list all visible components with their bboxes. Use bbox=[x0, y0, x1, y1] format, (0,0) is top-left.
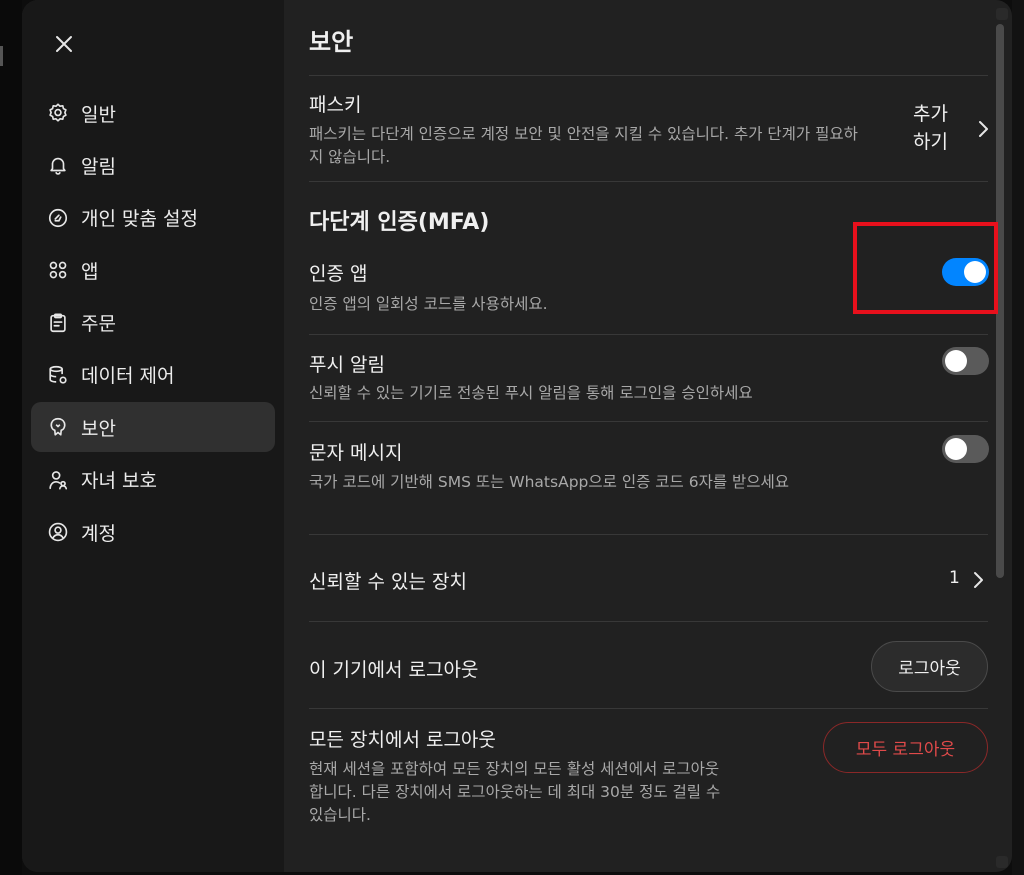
page-title: 보안 bbox=[309, 28, 354, 56]
sidebar-item-account[interactable]: 계정 bbox=[31, 507, 275, 557]
divider bbox=[309, 534, 988, 535]
security-settings-panel: 보안 패스키 패스키는 다단계 인증으로 계정 보안 및 안전을 지킬 수 있습… bbox=[309, 0, 989, 872]
sidebar-item-label: 데이터 제어 bbox=[81, 365, 175, 388]
bell-icon bbox=[47, 154, 69, 176]
background-right bbox=[1012, 0, 1024, 875]
sms-description: 국가 코드에 기반해 SMS 또는 WhatsApp으로 인증 코드 6자를 받… bbox=[309, 473, 790, 491]
sidebar-item-label: 개인 맞춤 설정 bbox=[81, 208, 198, 231]
close-button[interactable] bbox=[50, 30, 78, 58]
authenticator-app-title: 인증 앱 bbox=[309, 263, 368, 285]
passkey-description: 패스키는 다단계 인증으로 계정 보안 및 안전을 지킬 수 있습니다. 추가 … bbox=[309, 125, 858, 166]
sidebar-item-label: 앱 bbox=[81, 260, 99, 283]
push-notification-title: 푸시 알림 bbox=[309, 354, 385, 376]
sidebar-nav: 일반 알림 개인 맞춤 설정 앱 주문 데이터 제어 보안 자녀 보호 계정 bbox=[31, 88, 275, 560]
divider bbox=[309, 421, 988, 422]
divider bbox=[309, 708, 988, 709]
toggle-knob bbox=[945, 438, 967, 460]
account-circle-icon bbox=[47, 521, 69, 543]
divider bbox=[309, 75, 988, 76]
logout-all-devices-title: 모든 장치에서 로그아웃 bbox=[309, 729, 496, 751]
family-icon bbox=[47, 469, 69, 491]
sidebar-item-label: 자녀 보호 bbox=[81, 470, 157, 493]
shield-icon bbox=[47, 416, 69, 438]
trusted-devices-title: 신뢰할 수 있는 장치 bbox=[309, 571, 467, 593]
background-strip bbox=[0, 0, 22, 875]
annotation-highlight-box bbox=[853, 222, 998, 314]
sidebar-item-label: 보안 bbox=[81, 417, 116, 440]
divider bbox=[309, 621, 988, 622]
sidebar-item-parental-controls[interactable]: 자녀 보호 bbox=[31, 455, 275, 505]
logout-this-device-title: 이 기기에서 로그아웃 bbox=[309, 659, 479, 681]
scroll-down-arrow[interactable] bbox=[996, 856, 1008, 868]
mfa-section-title: 다단계 인증(MFA) bbox=[309, 210, 490, 235]
add-passkey-button[interactable]: 추가 하기 bbox=[913, 100, 988, 160]
sms-toggle[interactable] bbox=[942, 435, 989, 463]
sidebar-item-general[interactable]: 일반 bbox=[31, 88, 275, 138]
chevron-right-icon bbox=[979, 121, 988, 137]
sidebar-item-label: 알림 bbox=[81, 155, 116, 178]
logout-button[interactable]: 로그아웃 bbox=[871, 641, 988, 692]
trusted-devices-button[interactable]: 1 bbox=[947, 566, 988, 594]
database-gear-icon bbox=[47, 364, 69, 386]
close-icon bbox=[56, 36, 72, 52]
logout-all-devices-description: 현재 세션을 포함하여 모든 장치의 모든 활성 세션에서 로그아웃합니다. 다… bbox=[309, 760, 721, 824]
sidebar-item-data-controls[interactable]: 데이터 제어 bbox=[31, 350, 275, 400]
add-passkey-label: 추가 하기 bbox=[913, 103, 948, 153]
apps-grid-icon bbox=[47, 259, 69, 281]
clipboard-icon bbox=[47, 312, 69, 334]
sms-title: 문자 메시지 bbox=[309, 442, 403, 464]
push-notification-toggle[interactable] bbox=[942, 347, 989, 375]
trusted-devices-count: 1 bbox=[949, 568, 960, 588]
sidebar-item-security[interactable]: 보안 bbox=[31, 402, 275, 453]
settings-dialog: 일반 알림 개인 맞춤 설정 앱 주문 데이터 제어 보안 자녀 보호 계정 보… bbox=[22, 0, 1012, 872]
authenticator-app-description: 인증 앱의 일회성 코드를 사용하세요. bbox=[309, 295, 548, 313]
sidebar-item-personalization[interactable]: 개인 맞춤 설정 bbox=[31, 193, 275, 243]
sidebar-item-orders[interactable]: 주문 bbox=[31, 298, 275, 348]
scroll-up-arrow[interactable] bbox=[996, 8, 1008, 20]
push-notification-description: 신뢰할 수 있는 기기로 전송된 푸시 알림을 통해 로그인을 승인하세요 bbox=[309, 384, 753, 402]
chevron-right-icon bbox=[974, 572, 983, 588]
background-mark bbox=[0, 46, 3, 66]
gear-icon bbox=[47, 102, 69, 124]
sidebar-item-label: 계정 bbox=[81, 522, 116, 545]
sidebar-item-label: 주문 bbox=[81, 313, 116, 336]
passkey-title: 패스키 bbox=[309, 94, 362, 116]
sidebar-item-notifications[interactable]: 알림 bbox=[31, 140, 275, 190]
sidebar: 일반 알림 개인 맞춤 설정 앱 주문 데이터 제어 보안 자녀 보호 계정 bbox=[22, 0, 284, 872]
sidebar-item-apps[interactable]: 앱 bbox=[31, 245, 275, 295]
personalization-icon bbox=[47, 207, 69, 229]
toggle-knob bbox=[945, 350, 967, 372]
divider bbox=[309, 181, 988, 182]
logout-all-button[interactable]: 모두 로그아웃 bbox=[823, 722, 988, 773]
sidebar-item-label: 일반 bbox=[81, 103, 116, 126]
divider bbox=[309, 334, 988, 335]
